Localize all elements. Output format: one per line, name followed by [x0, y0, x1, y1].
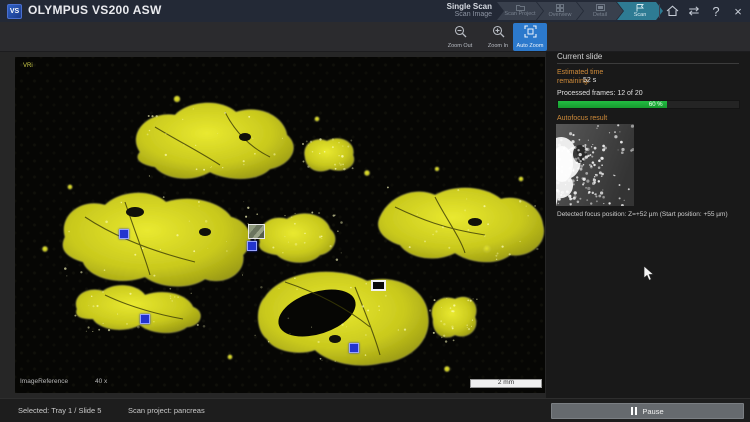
titlebar-separator [659, 4, 660, 18]
help-icon[interactable]: ? [708, 3, 724, 19]
app-window: VS OLYMPUS VS200 ASW Single Scan Scan Im… [0, 0, 750, 422]
switch-layout-icon[interactable]: ⇄ [686, 3, 702, 19]
progress-percent-label: 60 % [649, 102, 663, 108]
magnification-label: 40 x [95, 378, 107, 385]
auto-zoom-icon [524, 25, 537, 43]
frame-marker-pending[interactable] [140, 314, 150, 324]
progress-fill: 60 % [558, 101, 667, 108]
scan-project-status: Scan project: pancreas [128, 406, 205, 415]
auto-zoom-button[interactable]: Auto Zoom [513, 23, 547, 51]
zoom-in-label: Zoom In [488, 44, 508, 50]
zoom-out-button[interactable]: Zoom Out [443, 23, 477, 51]
processed-frames: Processed frames: 12 of 20 [557, 90, 643, 97]
home-icon[interactable] [664, 3, 680, 19]
zoom-out-label: Zoom Out [448, 44, 472, 50]
flag-icon [636, 4, 644, 12]
frame-marker-pending[interactable] [247, 241, 257, 251]
pause-icon [631, 407, 637, 415]
autofocus-result-label: Autofocus result [557, 115, 607, 124]
zoom-out-icon [454, 25, 467, 43]
scale-bar-label: 2 mm [498, 380, 514, 387]
app-title: OLYMPUS VS200 ASW [28, 3, 162, 17]
step-label: Scan [634, 13, 647, 19]
title-bar: VS OLYMPUS VS200 ASW Single Scan Scan Im… [0, 0, 750, 22]
processed-frames-value: 12 of 20 [617, 90, 642, 97]
step-overview[interactable]: Overview [537, 2, 583, 20]
status-bar: Selected: Tray 1 / Slide 5 Scan project:… [0, 398, 750, 422]
selected-slide-status: Selected: Tray 1 / Slide 5 [18, 406, 101, 415]
autofocus-caption: Detected focus position: Z=+52 µm (Start… [557, 211, 728, 218]
grid-icon [556, 4, 564, 12]
workflow-steps: Scan Project Overview Detail Scan [497, 2, 663, 20]
current-slide-panel: Current slide Estimated time remaining: … [546, 52, 750, 398]
scan-mode-label: Single Scan Scan Image [426, 2, 492, 19]
panel-header: Current slide [557, 52, 602, 61]
frame-thumbnail-marker[interactable] [248, 224, 265, 239]
app-logo-icon: VS [7, 4, 22, 19]
step-label: Detail [593, 13, 607, 19]
step-detail[interactable]: Detail [577, 2, 623, 20]
tissue-overview-image [15, 57, 545, 393]
processed-frames-label: Processed frames: [557, 90, 615, 97]
step-label: Overview [549, 13, 572, 19]
frame-marker-pending[interactable] [119, 229, 129, 239]
close-icon[interactable]: × [730, 3, 746, 19]
pause-button-label: Pause [642, 407, 663, 416]
autofocus-result-image [556, 124, 634, 206]
step-scan-project[interactable]: Scan Project [497, 2, 543, 20]
channel-label: VRi [23, 63, 33, 69]
scan-mode-line2: Scan Image [426, 11, 492, 19]
frame-marker-pending[interactable] [349, 343, 359, 353]
frame-marker-current[interactable] [371, 280, 386, 291]
scale-bar: 2 mm [470, 379, 542, 388]
zoom-in-button[interactable]: Zoom In [481, 23, 515, 51]
screen-icon [596, 4, 605, 12]
step-label: Scan Project [504, 12, 535, 18]
panel-separator [557, 63, 739, 64]
step-scan[interactable]: Scan [617, 2, 663, 20]
viewer-toolbar: Zoom Out Zoom In Auto Zoom [0, 22, 750, 52]
folder-icon [516, 4, 525, 11]
zoom-in-icon [492, 25, 505, 43]
pause-button[interactable]: Pause [551, 403, 744, 419]
image-reference-label: ImageReference [20, 378, 68, 385]
scan-mode-line1: Single Scan [426, 2, 492, 11]
slide-viewer[interactable]: VRi ImageReference 40 x 2 mm [15, 57, 545, 393]
estimated-time-value: 52 s [583, 77, 596, 84]
scan-progress-bar: 60 % [557, 100, 740, 109]
auto-zoom-label: Auto Zoom [517, 44, 544, 50]
